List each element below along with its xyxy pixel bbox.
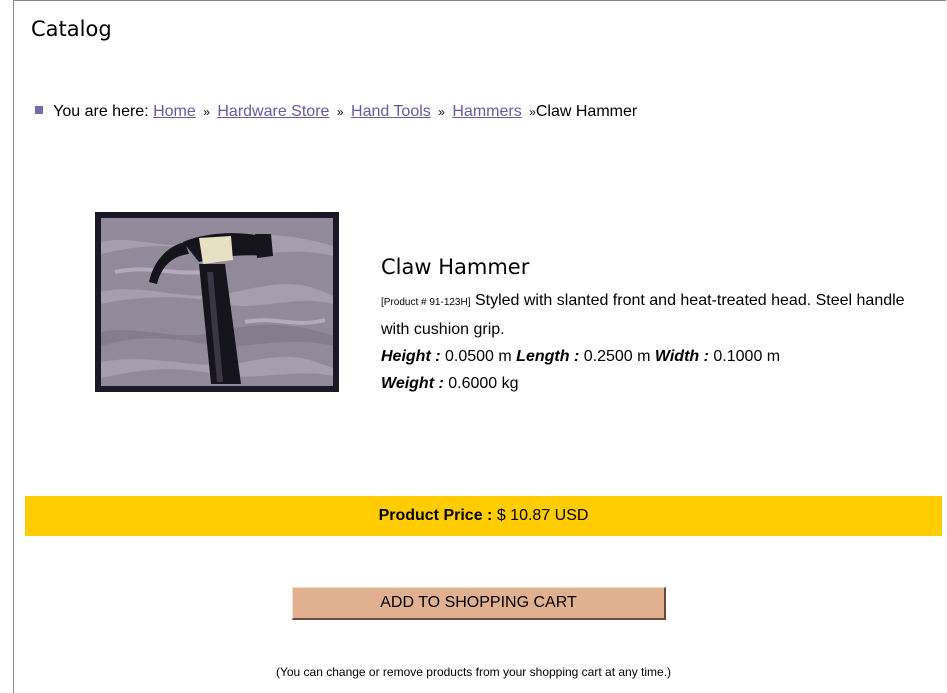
breadcrumb-link-hand-tools[interactable]: Hand Tools <box>351 103 431 120</box>
add-to-cart-button[interactable]: ADD TO SHOPPING CART <box>292 587 666 620</box>
length-label: Length : <box>516 348 580 365</box>
width-label: Width : <box>654 348 709 365</box>
claw-hammer-icon <box>95 212 339 392</box>
length-value: 0.2500 m <box>583 348 651 365</box>
product-sku: [Product # 91-123H] <box>381 297 471 308</box>
breadcrumb-current: Claw Hammer <box>535 103 638 120</box>
breadcrumb: You are here: Home » Hardware Store » Ha… <box>35 103 637 121</box>
cart-note: (You can change or remove products from … <box>275 665 672 679</box>
breadcrumb-separator: » <box>336 105 344 119</box>
breadcrumb-link-hammers[interactable]: Hammers <box>452 103 521 120</box>
width-value: 0.1000 m <box>713 348 781 365</box>
page-title: Catalog <box>31 17 112 41</box>
price-value: $ 10.87 USD <box>496 507 589 524</box>
weight-value: 0.6000 kg <box>448 375 519 392</box>
product-name: Claw Hammer <box>381 255 530 279</box>
height-label: Height : <box>381 348 441 365</box>
price-label: Product Price : <box>378 507 493 524</box>
breadcrumb-prefix: You are here: <box>53 103 149 120</box>
price-bar: Product Price : $ 10.87 USD <box>25 496 942 536</box>
breadcrumb-separator: » <box>438 105 445 119</box>
breadcrumb-link-hardware-store[interactable]: Hardware Store <box>217 103 329 120</box>
bullet-icon <box>35 106 43 114</box>
product-description-block: [Product # 91-123H] Styled with slanted … <box>381 287 921 397</box>
breadcrumb-separator: » <box>529 105 536 119</box>
height-value: 0.0500 m <box>445 348 512 365</box>
weight-label: Weight : <box>381 375 444 392</box>
breadcrumb-separator: » <box>203 105 210 119</box>
product-image <box>95 212 339 392</box>
breadcrumb-link-home[interactable]: Home <box>153 103 196 120</box>
